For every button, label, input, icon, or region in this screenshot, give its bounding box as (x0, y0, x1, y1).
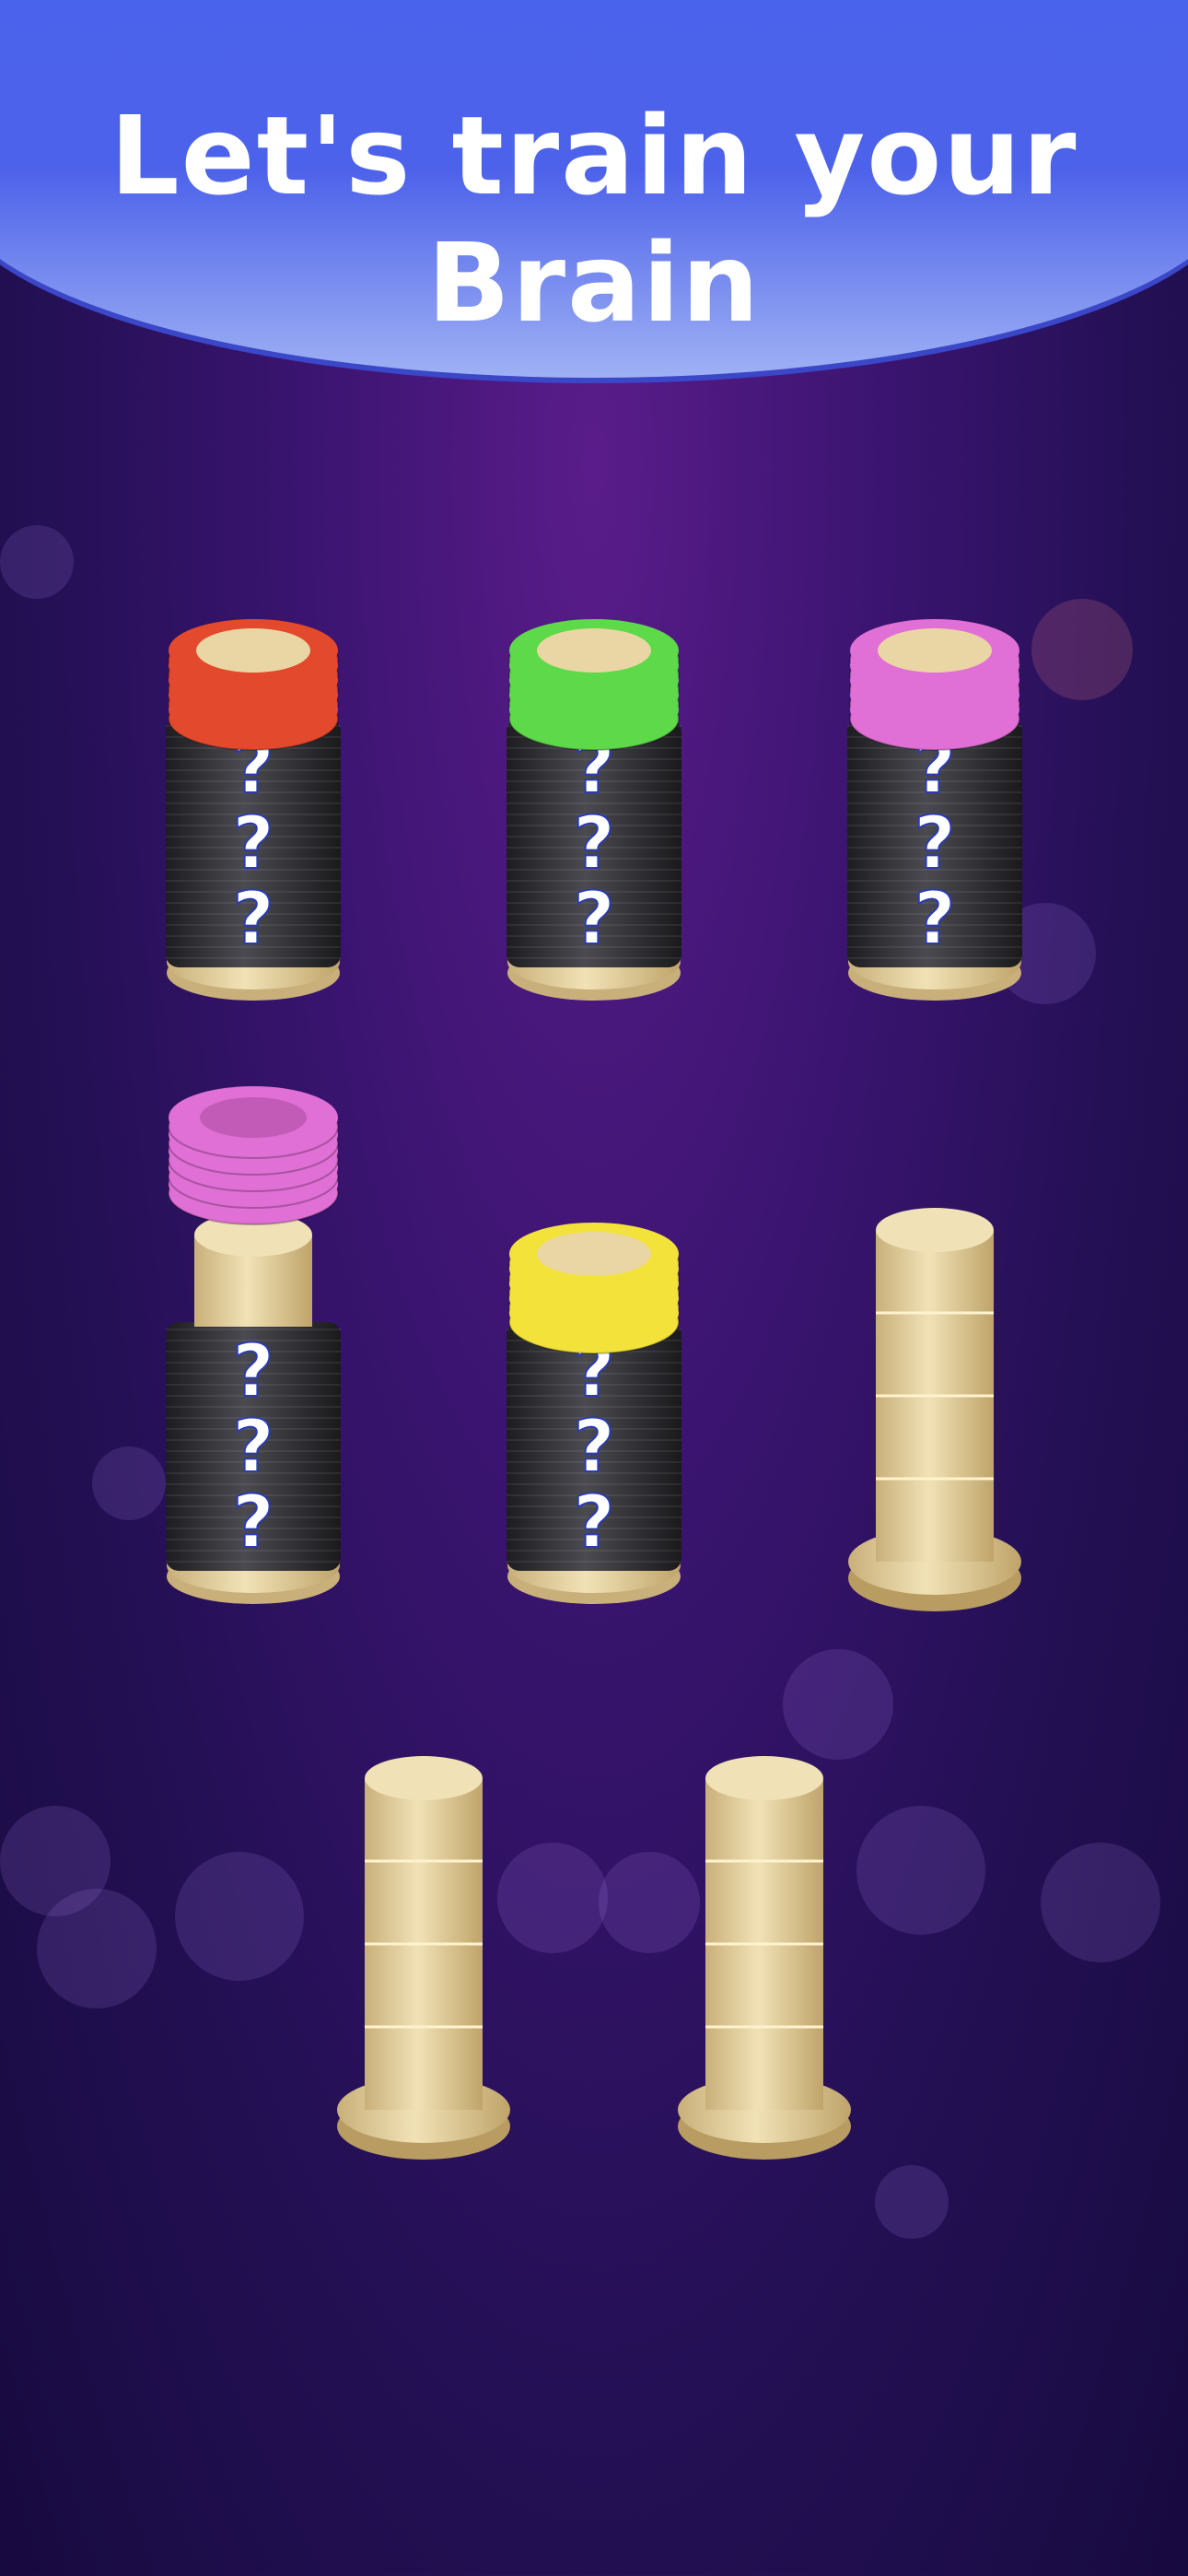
hidden-marker: ? (914, 878, 955, 961)
hidden-marker: ? (232, 1481, 274, 1564)
hidden-marker: ? (573, 1481, 614, 1564)
peg-pole-top (878, 628, 992, 673)
hidden-marker: ? (232, 802, 274, 885)
peg-8[interactable] (678, 1756, 851, 2160)
peg-pole-top (705, 1756, 823, 1800)
peg-pole-top (196, 628, 310, 673)
peg-2[interactable]: ??? (507, 619, 681, 1001)
lifted-ring-stack[interactable] (168, 1086, 339, 1225)
peg-5[interactable]: ??? (507, 1223, 681, 1604)
peg-7[interactable] (337, 1756, 510, 2160)
ring-green-top (509, 678, 679, 741)
hidden-marker: ? (573, 802, 614, 885)
game-board: ??????????????? (166, 619, 1022, 2160)
hidden-marker: ? (573, 1406, 614, 1489)
peg-4[interactable]: ??? (166, 1086, 341, 1604)
hidden-marker: ? (232, 878, 274, 961)
peg-1[interactable]: ??? (166, 619, 341, 1001)
peg-pole-top (537, 1232, 651, 1276)
hidden-marker: ? (232, 1406, 274, 1489)
hidden-marker: ? (914, 802, 955, 885)
ring-red-top (169, 678, 338, 741)
peg-pole-top (537, 628, 651, 673)
peg-6[interactable] (848, 1208, 1021, 1611)
ring-pink-top (850, 678, 1019, 741)
peg-3[interactable]: ??? (847, 619, 1022, 1001)
hidden-marker: ? (232, 1330, 274, 1413)
ring-yellow-top (509, 1282, 679, 1344)
ring-hole (200, 1097, 307, 1138)
peg-pole-top (365, 1756, 483, 1800)
peg-pole-top (876, 1208, 994, 1252)
hidden-marker: ? (573, 878, 614, 961)
